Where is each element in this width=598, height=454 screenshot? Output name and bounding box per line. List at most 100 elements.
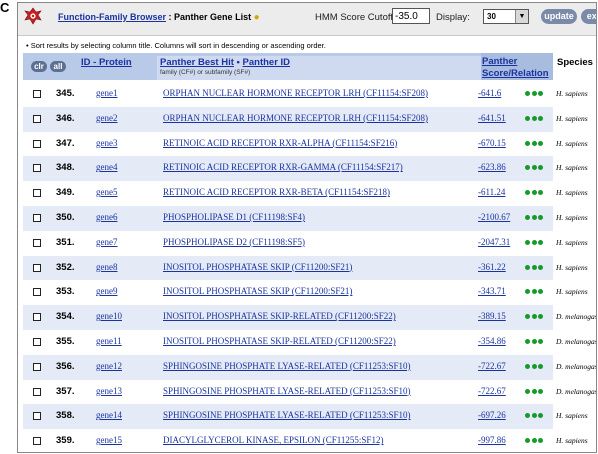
family-link[interactable]: RETINOIC ACID RECEPTOR RXR-GAMMA (CF1115… [163, 162, 403, 172]
row-checkbox[interactable] [33, 214, 41, 222]
panel-letter: C [0, 0, 10, 15]
gene-link[interactable]: gene13 [96, 386, 122, 396]
score-link[interactable]: -361.22 [478, 262, 506, 272]
species-text: H. sapiens [556, 237, 588, 247]
family-link[interactable]: SPHINGOSINE PHOSPHATE LYASE-RELATED (CF1… [163, 410, 411, 420]
row-checkbox[interactable] [33, 114, 41, 123]
family-link[interactable]: ORPHAN NUCLEAR HORMONE RECEPTOR LRH (CF1… [163, 88, 428, 98]
gene-link[interactable]: gene11 [96, 336, 122, 346]
relation-dots-icon [525, 91, 547, 97]
row-checkbox[interactable] [33, 362, 41, 371]
species-text: H. sapiens [556, 213, 588, 222]
relation-dots-icon [525, 363, 547, 370]
score-link[interactable]: -2100.67 [478, 212, 510, 222]
gene-link[interactable]: gene1 [96, 88, 118, 98]
gene-link[interactable]: gene8 [96, 262, 118, 272]
family-link[interactable]: INOSITOL PHOSPHATASE SKIP (CF11200:SF21) [163, 286, 352, 296]
family-link[interactable]: ORPHAN NUCLEAR HORMONE RECEPTOR LRH (CF1… [163, 113, 428, 123]
table-header: clr all ID - Protein Panther Best Hit • … [23, 53, 596, 80]
family-link[interactable]: INOSITOL PHOSPHATASE SKIP-RELATED (CF112… [163, 311, 396, 321]
lightbulb-icon[interactable]: ● [254, 12, 260, 23]
row-checkbox[interactable] [33, 338, 41, 346]
hmm-cutoff-input[interactable] [392, 8, 430, 24]
score-link[interactable]: -641.51 [478, 113, 506, 123]
table-row: 359. gene15 DIACYLGLYCEROL KINASE, EPSILON… [23, 429, 596, 452]
gene-link[interactable]: gene14 [96, 410, 122, 420]
row-checkbox[interactable] [33, 313, 41, 322]
family-link[interactable]: SPHINGOSINE PHOSPHATE LYASE-RELATED (CF1… [163, 386, 411, 396]
score-link[interactable]: -623.86 [478, 162, 506, 172]
relation-dots-icon [525, 264, 547, 271]
breadcrumb-function-family-browser[interactable]: Function-Family Browser [58, 12, 166, 22]
column-header-score[interactable]: Panther Score/Relation [481, 53, 553, 80]
row-checkbox[interactable] [33, 412, 41, 421]
gene-link[interactable]: gene3 [96, 138, 118, 148]
column-header-id-protein[interactable]: ID - Protein [81, 57, 132, 68]
display-select[interactable]: 30 ▼ [483, 9, 529, 24]
page-title: Panther Gene List [174, 12, 252, 22]
score-link[interactable]: -997.86 [478, 435, 506, 445]
family-link[interactable]: INOSITOL PHOSPHATASE SKIP-RELATED (CF112… [163, 336, 396, 346]
score-link[interactable]: -722.67 [478, 386, 506, 396]
score-link[interactable]: -354.86 [478, 336, 506, 346]
gene-link[interactable]: gene7 [96, 237, 118, 247]
family-link[interactable]: RETINOIC ACID RECEPTOR RXR-ALPHA (CF1115… [163, 138, 397, 148]
panther-logo-icon[interactable] [23, 6, 43, 26]
row-checkbox[interactable] [33, 238, 41, 247]
row-checkbox[interactable] [33, 387, 41, 396]
gene-link[interactable]: gene4 [96, 162, 118, 172]
row-checkbox[interactable] [33, 90, 41, 98]
sort-panther-id-link[interactable]: Panther ID [243, 57, 291, 68]
gene-link[interactable]: gene6 [96, 212, 118, 222]
score-link[interactable]: -389.15 [478, 311, 506, 321]
display-label: Display: [436, 12, 470, 23]
table-row: 347. gene3 RETINOIC ACID RECEPTOR RXR-ALPH… [23, 132, 596, 157]
gene-link[interactable]: gene12 [96, 361, 122, 371]
row-checkbox[interactable] [33, 189, 41, 198]
relation-dots-icon [525, 190, 547, 196]
row-checkbox[interactable] [33, 437, 41, 446]
row-checkbox[interactable] [33, 288, 41, 297]
toolbar: Function-Family Browser : Panther Gene L… [18, 3, 596, 36]
family-link[interactable]: SPHINGOSINE PHOSPHATE LYASE-RELATED (CF1… [163, 361, 411, 371]
score-link[interactable]: -670.15 [478, 138, 506, 148]
score-link[interactable]: -722.67 [478, 361, 506, 371]
gene-link[interactable]: gene9 [96, 286, 118, 296]
table-row: 356. gene12 SPHINGOSINE PHOSPHATE LYASE-RE… [23, 354, 596, 380]
row-checkbox[interactable] [33, 164, 41, 173]
row-number: 354. [56, 311, 75, 323]
score-link[interactable]: -343.71 [478, 286, 506, 296]
family-link[interactable]: PHOSPHOLIPASE D2 (CF11198:SF5) [163, 237, 305, 247]
export-button[interactable]: expor [581, 9, 596, 24]
gene-link[interactable]: gene15 [96, 435, 122, 445]
gene-link[interactable]: gene10 [96, 311, 122, 321]
table-row: 354. gene10 INOSITOL PHOSPHATASE SKIP-RELA… [23, 305, 596, 330]
relation-dots-icon [525, 215, 547, 221]
row-number: 352. [56, 261, 75, 273]
table-row: 352. gene8 INOSITOL PHOSPHATASE SKIP (CF11… [23, 255, 596, 281]
row-checkbox[interactable] [33, 139, 41, 148]
species-text: H. sapiens [556, 113, 588, 123]
gene-link[interactable]: gene2 [96, 113, 118, 123]
sort-best-hit-link[interactable]: Panther Best Hit [160, 57, 234, 68]
score-header-line2: Score/Relation [482, 68, 549, 79]
clear-selection-button[interactable]: clr [31, 61, 47, 72]
score-link[interactable]: -697.26 [478, 410, 506, 420]
gene-link[interactable]: gene5 [96, 187, 118, 197]
family-link[interactable]: RETINOIC ACID RECEPTOR RXR-BETA (CF11154… [163, 187, 390, 197]
row-number: 358. [56, 410, 75, 422]
select-all-button[interactable]: all [50, 61, 66, 72]
family-link[interactable]: DIACYLGLYCEROL KINASE, EPSILON (CF11255:… [163, 435, 383, 445]
family-link[interactable]: PHOSPHOLIPASE D1 (CF11198:SF4) [163, 212, 305, 222]
row-number: 355. [56, 336, 75, 347]
relation-dots-icon [525, 239, 547, 246]
row-checkbox[interactable] [33, 263, 41, 272]
score-link[interactable]: -611.24 [478, 187, 505, 197]
family-link[interactable]: INOSITOL PHOSPHATASE SKIP (CF11200:SF21) [163, 262, 352, 272]
score-link[interactable]: -2047.31 [478, 237, 510, 247]
update-button[interactable]: update [541, 9, 577, 24]
species-text: D. melanogaster [556, 386, 597, 396]
table-row: 355. gene11 INOSITOL PHOSPHATASE SKIP-RELA… [23, 330, 596, 355]
browser-frame: Function-Family Browser : Panther Gene L… [17, 2, 597, 453]
score-link[interactable]: -641.6 [478, 88, 501, 98]
